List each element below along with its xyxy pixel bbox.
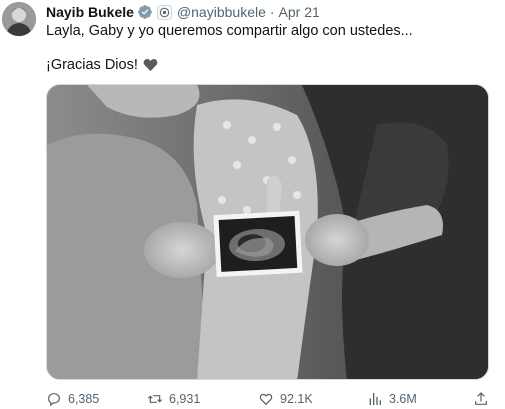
verified-badge-icon: [137, 4, 153, 20]
tweet-text-line-2-text: ¡Gracias Dios!: [46, 57, 138, 73]
views-button[interactable]: 3.6M: [367, 391, 417, 407]
view-count: 3.6M: [389, 392, 417, 406]
retweet-count: 6,931: [169, 392, 201, 406]
government-affiliation-icon: [156, 4, 172, 20]
tweet-actions: 6,385 6,931 92.1K 3.6M: [46, 391, 491, 407]
tweet-header: Nayib Bukele @nayibbukele · Apr 21: [46, 3, 320, 21]
like-button[interactable]: 92.1K: [258, 391, 313, 407]
tweet-text-line-2: ¡Gracias Dios!: [46, 57, 158, 73]
tweet-text-line-1: Layla, Gaby y yo queremos compartir algo…: [46, 23, 413, 39]
reply-icon: [48, 393, 60, 407]
author-name[interactable]: Nayib Bukele: [46, 4, 134, 20]
author-handle[interactable]: @nayibbukele: [177, 4, 266, 20]
like-count: 92.1K: [280, 392, 313, 406]
like-icon: [259, 393, 273, 406]
tweet[interactable]: Nayib Bukele @nayibbukele · Apr 21 Layla…: [0, 0, 505, 409]
share-button[interactable]: [473, 391, 495, 407]
black-heart-icon: [143, 58, 158, 72]
reply-count: 6,385: [68, 392, 100, 406]
header-separator: ·: [269, 4, 275, 20]
reply-button[interactable]: 6,385: [46, 391, 99, 407]
views-icon: [369, 393, 381, 405]
avatar[interactable]: [2, 2, 36, 36]
retweet-icon: [147, 395, 163, 403]
tweet-date[interactable]: Apr 21: [279, 4, 320, 20]
retweet-button[interactable]: 6,931: [147, 391, 200, 407]
share-icon: [475, 392, 487, 405]
tweet-photo[interactable]: [46, 84, 489, 380]
